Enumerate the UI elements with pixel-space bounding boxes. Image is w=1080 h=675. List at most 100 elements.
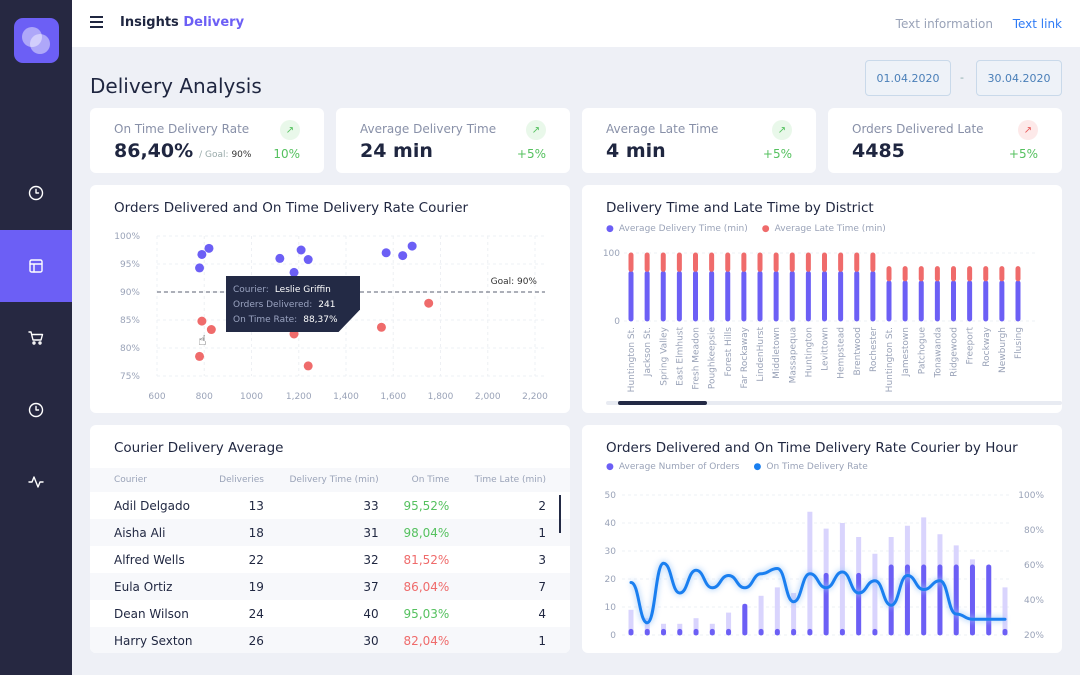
- x-tick-label: Brentwood: [853, 327, 863, 376]
- date-to-input[interactable]: 30.04.2020: [976, 60, 1062, 96]
- x-tick-label: 1,200: [286, 392, 312, 402]
- table-cell: 4: [538, 606, 546, 621]
- x-tick-label: Jamestown: [901, 327, 911, 377]
- kpi-change: +5%: [516, 147, 546, 161]
- x-tick-label: Flusing: [1014, 327, 1024, 359]
- column-header[interactable]: Courier: [90, 468, 219, 492]
- table-cell: 33: [363, 498, 379, 513]
- date-from-input[interactable]: 01.04.2020: [865, 60, 951, 96]
- scatter-point: [197, 316, 207, 326]
- y-tick-label: 90%: [120, 288, 140, 298]
- table-cell: 7: [473, 573, 570, 600]
- header-text-link[interactable]: Text link: [1013, 17, 1062, 31]
- trend-up-icon: ↗: [1018, 120, 1038, 140]
- scatter-point: [289, 267, 299, 277]
- y-tick-label: 10: [605, 603, 617, 613]
- column-header[interactable]: On Time: [402, 468, 474, 492]
- chart-scrollbar[interactable]: [606, 401, 1062, 405]
- layout-icon: [29, 259, 43, 273]
- kpi-label: Average Late Time: [606, 122, 719, 136]
- kpi-value: 4 min: [606, 140, 666, 162]
- sidebar-nav-item[interactable]: [0, 157, 72, 229]
- y-tick-label: 95%: [120, 260, 140, 270]
- table-cell: Alfred Wells: [114, 552, 185, 567]
- kpi-card: Orders Delivered Late 4485 ↗ +5%: [828, 108, 1062, 173]
- table-cell: 81,52%: [403, 552, 450, 567]
- scrollbar-thumb[interactable]: [618, 401, 707, 405]
- scatter-point: [407, 241, 417, 251]
- kpi-label: On Time Delivery Rate: [114, 122, 250, 136]
- goal-label: Goal: 90%: [491, 277, 538, 287]
- table-row[interactable]: Dean Wilson 24 40 95,03% 4: [90, 600, 570, 627]
- y2-tick-label: 80%: [1024, 526, 1044, 536]
- district-bar-chart: 100 0 Huntington St. Jackson St. Spring Vall…: [603, 249, 1038, 392]
- column-header[interactable]: Time Late (min): [473, 468, 570, 492]
- x-tick-label: Forest Hills: [724, 327, 734, 377]
- scatter-point: [303, 361, 313, 371]
- scatter-point: [204, 243, 214, 253]
- y-tick-label: 50: [605, 491, 617, 501]
- table-cell: 3: [538, 552, 546, 567]
- sidebar-nav-item[interactable]: [0, 230, 72, 302]
- sidebar-nav-item[interactable]: [0, 374, 72, 446]
- sidebar-nav-item[interactable]: [0, 446, 72, 518]
- clock-icon: [28, 185, 44, 201]
- brand: Insights Delivery: [120, 15, 245, 30]
- x-tick-label: 1000: [240, 392, 263, 402]
- clock-icon: [28, 402, 44, 418]
- table-row[interactable]: Aisha Ali 18 31 98,04% 1: [90, 519, 570, 546]
- hand-cursor-icon: ☝: [198, 333, 207, 349]
- line-shadow: [629, 560, 1005, 626]
- sidebar-nav-item[interactable]: [0, 302, 72, 374]
- column-header[interactable]: Delivery Time (min): [287, 468, 403, 492]
- table-cell: 30: [287, 627, 403, 653]
- cart-icon: [28, 331, 44, 345]
- scatter-point: [303, 255, 313, 265]
- district-chart-card: Delivery Time and Late Time by District …: [582, 185, 1062, 413]
- kpi-label: Average Delivery Time: [360, 122, 497, 136]
- x-tick-label: 600: [148, 392, 165, 402]
- x-tick-label: Newburgh: [998, 327, 1008, 373]
- y-tick-label: 20: [605, 575, 617, 585]
- scatter-point: [381, 248, 391, 258]
- kpi-change: +5%: [762, 147, 792, 161]
- app-logo[interactable]: [14, 18, 59, 63]
- table-scrollbar[interactable]: [559, 495, 561, 533]
- table-row[interactable]: Eula Ortiz 19 37 86,04% 7: [90, 573, 570, 600]
- kpi-card: Average Delivery Time 24 min ↗ +5%: [336, 108, 570, 173]
- table-row[interactable]: Adil Delgado 13 33 95,52% 2: [90, 492, 570, 519]
- x-tick-label: Ridgewood: [950, 327, 960, 377]
- menu-icon[interactable]: [90, 16, 103, 28]
- x-tick-label: 1,800: [428, 392, 454, 402]
- kpi-card: On Time Delivery Rate 86,40% / Goal: 90% …: [90, 108, 324, 173]
- x-tick-label: Far Rockaway: [740, 326, 750, 388]
- x-tick-label: Rockway: [982, 326, 992, 366]
- scatter-point: [275, 253, 285, 263]
- y-tick-label: 80%: [120, 344, 140, 354]
- table-row[interactable]: Alfred Wells 22 32 81,52% 3: [90, 546, 570, 573]
- y-tick-label: 40: [605, 519, 617, 529]
- scatter-chart-card: Orders Delivered and On Time Delivery Ra…: [90, 185, 570, 413]
- x-tick-label: 2,200: [522, 392, 548, 402]
- x-tick-label: Tonawanda: [933, 327, 943, 379]
- table-cell: 40: [363, 606, 379, 621]
- table-row[interactable]: Harry Sexton 26 30 82,04% 1: [90, 627, 570, 653]
- table-cell: 18: [218, 519, 288, 546]
- table-cell: Aisha Ali: [90, 519, 219, 546]
- x-tick-label: 800: [196, 392, 213, 402]
- table-title: Courier Delivery Average: [114, 440, 284, 456]
- kpi-value: 24 min: [360, 140, 433, 162]
- top-header: Insights Delivery Text information Text …: [72, 0, 1080, 47]
- y-tick-label: 100%: [114, 232, 140, 242]
- table-cell: 19: [218, 573, 288, 600]
- kpi-value: 4485: [852, 140, 905, 162]
- column-header[interactable]: Deliveries: [218, 468, 288, 492]
- table-cell: 2: [538, 498, 546, 513]
- hourly-chart-card: Orders Delivered and On Time Delivery Ra…: [582, 425, 1062, 653]
- table-cell: 98,04%: [402, 519, 474, 546]
- scatter-point: [197, 249, 207, 259]
- table-cell: 13: [248, 498, 264, 513]
- x-tick-label: Poughkeepsie: [708, 327, 718, 390]
- table-cell: Dean Wilson: [114, 606, 189, 621]
- table-cell: 86,04%: [402, 573, 474, 600]
